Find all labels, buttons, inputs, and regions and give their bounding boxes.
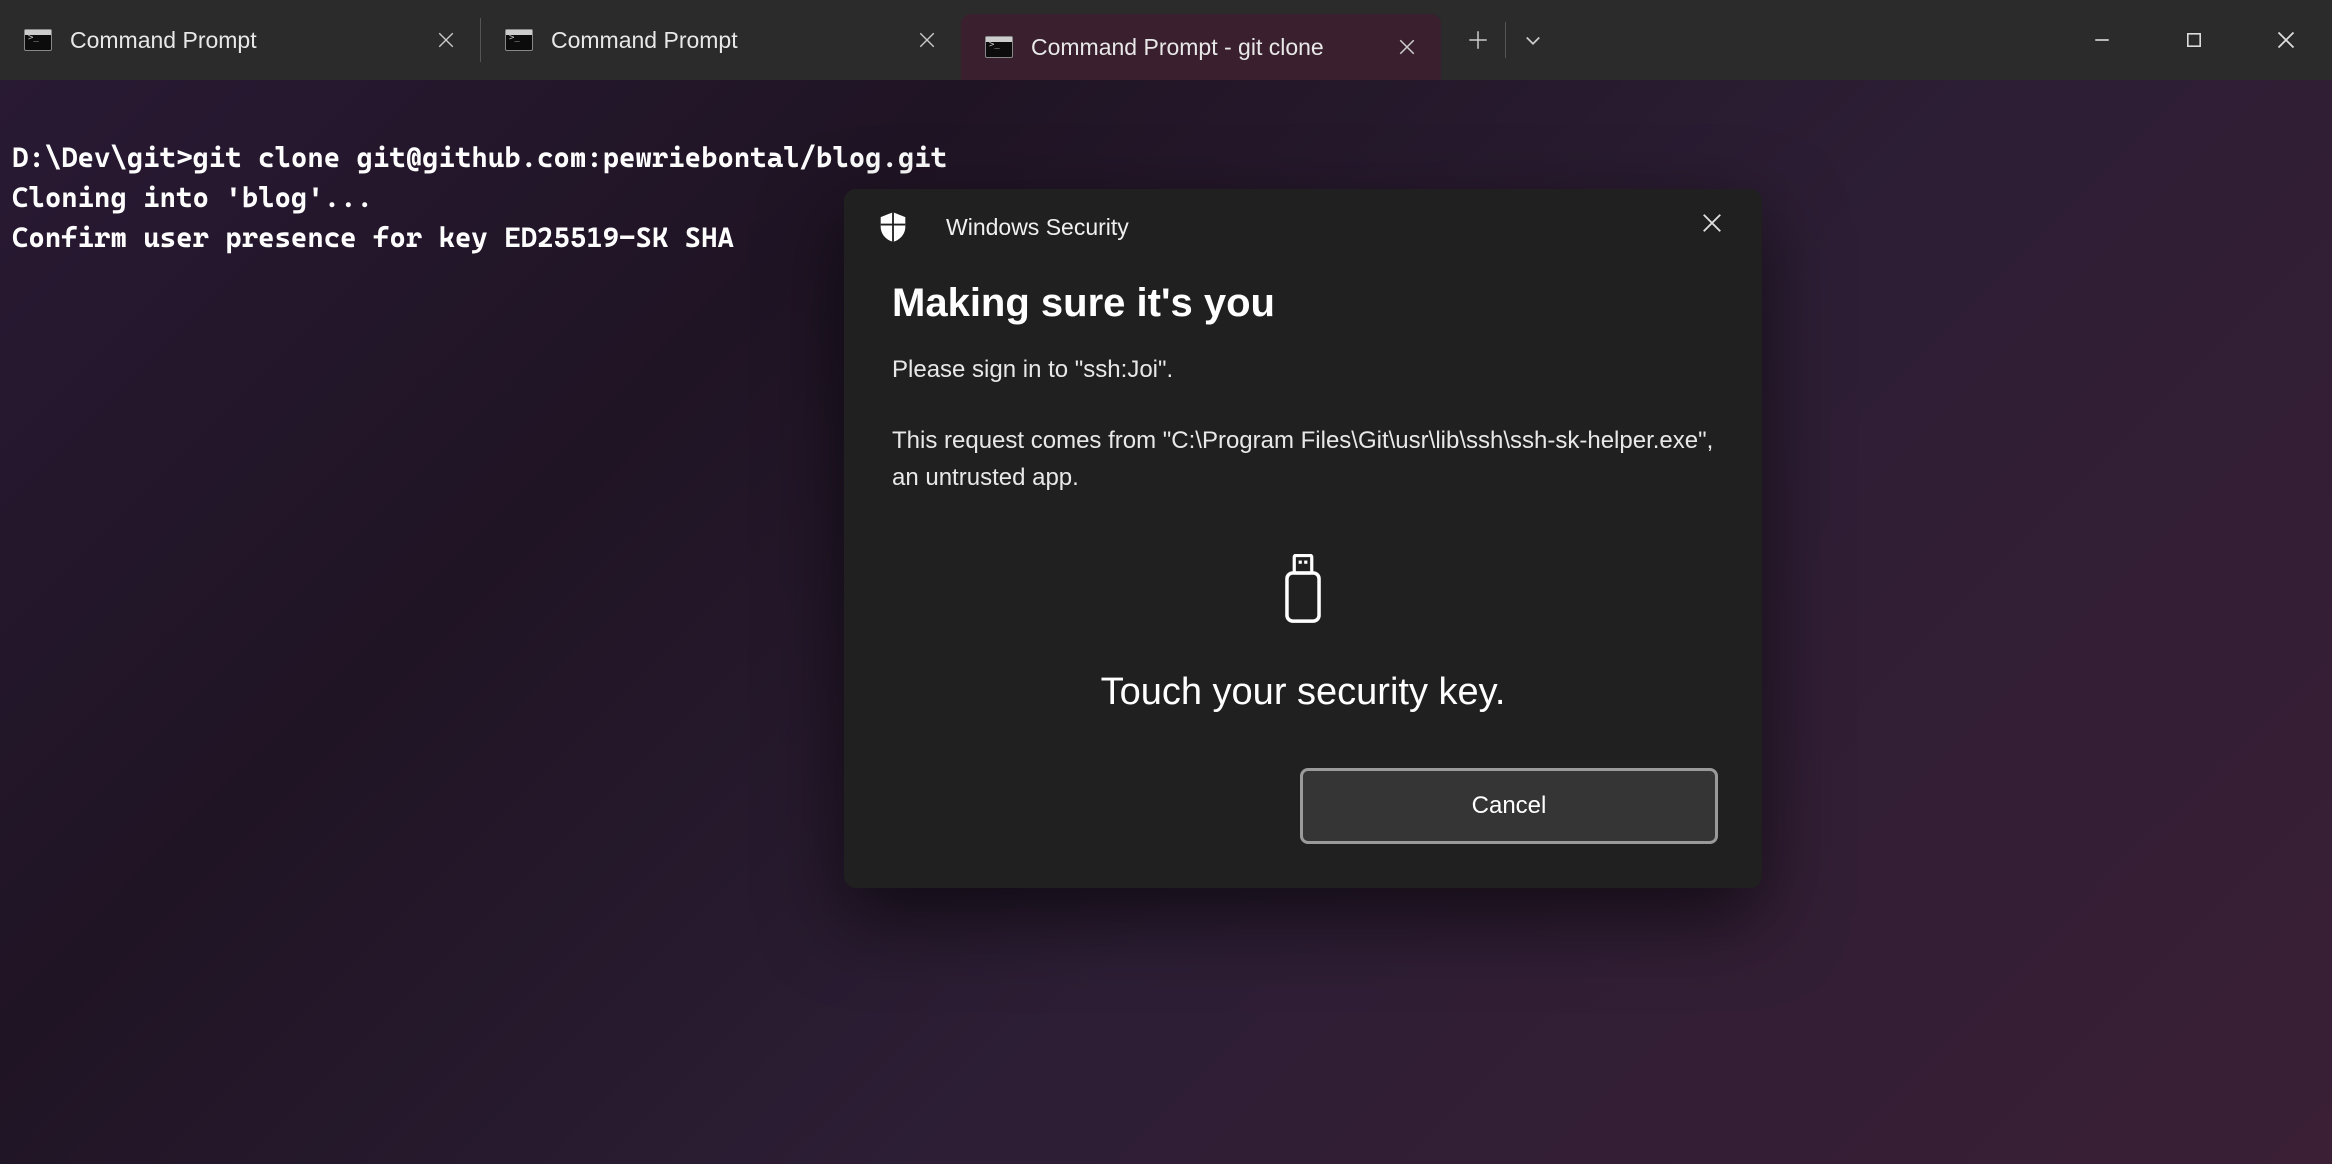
- plus-icon: [1468, 30, 1488, 50]
- tab-actions: [1441, 0, 1560, 80]
- maximize-button[interactable]: [2148, 0, 2240, 80]
- dialog-title: Making sure it's you: [892, 281, 1714, 326]
- close-icon: [1701, 212, 1723, 234]
- dialog-close-button[interactable]: [1692, 203, 1732, 243]
- cancel-button[interactable]: Cancel: [1300, 768, 1718, 844]
- shield-icon: [878, 211, 908, 243]
- cmd-icon: [985, 36, 1013, 58]
- titlebar: Command Prompt Command Prompt Command Pr…: [0, 0, 2332, 80]
- tab-cmd-2[interactable]: Command Prompt: [481, 0, 961, 80]
- close-icon: [2276, 30, 2296, 50]
- tab-cmd-3-active[interactable]: Command Prompt - git clone: [961, 14, 1441, 80]
- chevron-down-icon: [1523, 30, 1543, 50]
- tab-dropdown-button[interactable]: [1506, 0, 1560, 80]
- window-close-button[interactable]: [2240, 0, 2332, 80]
- tab-close-button[interactable]: [430, 24, 462, 56]
- dialog-header: Windows Security: [844, 189, 1762, 253]
- maximize-icon: [2185, 31, 2203, 49]
- security-prompt: Touch your security key.: [892, 671, 1714, 714]
- tab-close-button[interactable]: [911, 24, 943, 56]
- dialog-app-name: Windows Security: [946, 214, 1129, 241]
- dialog-body: Making sure it's you Please sign in to "…: [844, 253, 1762, 888]
- cmd-icon: [505, 29, 533, 51]
- tab-cmd-1[interactable]: Command Prompt: [0, 0, 480, 80]
- minimize-icon: [2093, 31, 2111, 49]
- tab-title: Command Prompt: [551, 27, 893, 54]
- usb-key-icon: [1281, 554, 1325, 624]
- close-icon: [437, 31, 455, 49]
- windows-security-dialog: Windows Security Making sure it's you Pl…: [844, 189, 1762, 888]
- minimize-button[interactable]: [2056, 0, 2148, 80]
- tab-strip: Command Prompt Command Prompt Command Pr…: [0, 0, 1560, 80]
- new-tab-button[interactable]: [1451, 0, 1505, 80]
- dialog-subtitle: Please sign in to "ssh:Joi".: [892, 356, 1714, 384]
- dialog-info-text: This request comes from "C:\Program File…: [892, 422, 1714, 496]
- close-icon: [918, 31, 936, 49]
- cmd-icon: [24, 29, 52, 51]
- security-key-area: Touch your security key.: [892, 554, 1714, 714]
- tab-title: Command Prompt - git clone: [1031, 34, 1373, 61]
- close-icon: [1398, 38, 1416, 56]
- terminal-line: D:\Dev\git>git clone git@github.com:pewr…: [12, 138, 2332, 178]
- tab-title: Command Prompt: [70, 27, 412, 54]
- window-controls: [2056, 0, 2332, 80]
- tab-close-button[interactable]: [1391, 31, 1423, 63]
